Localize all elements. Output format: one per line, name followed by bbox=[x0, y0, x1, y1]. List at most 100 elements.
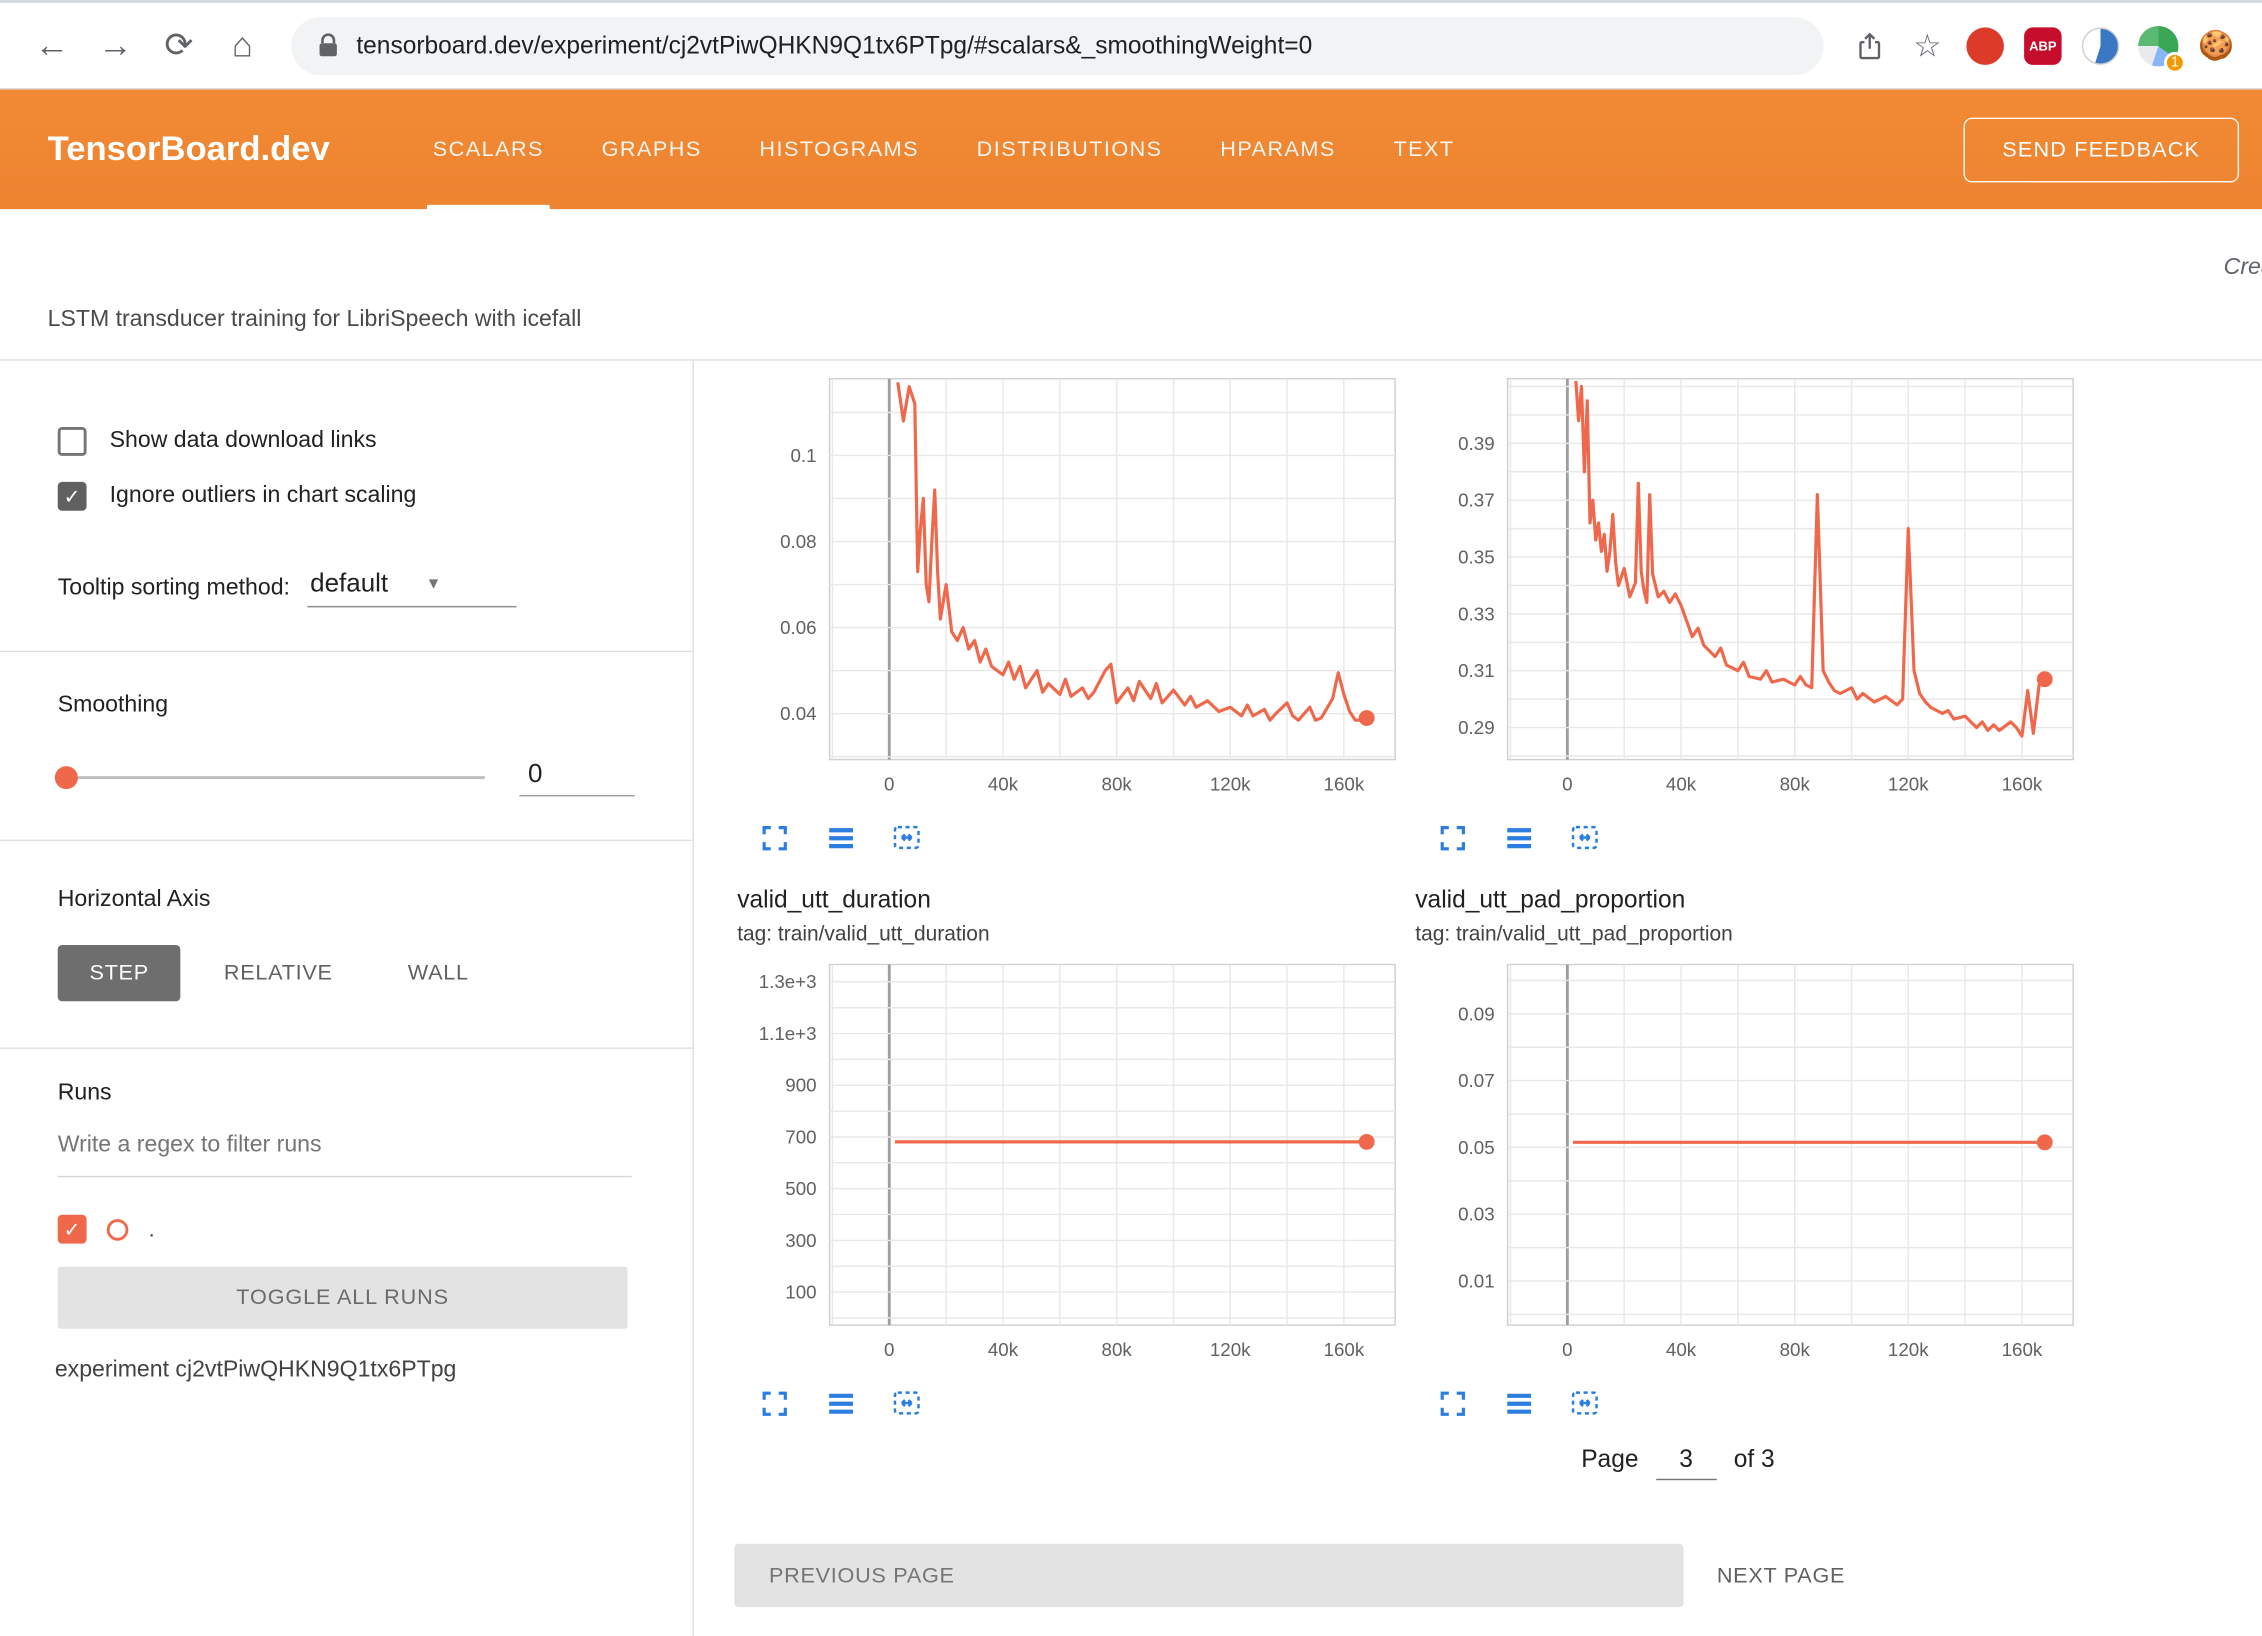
back-icon[interactable]: ← bbox=[23, 17, 81, 75]
svg-text:40k: 40k bbox=[1666, 1339, 1697, 1360]
chart-canvas[interactable]: 0.010.030.050.070.09040k80k120k160k bbox=[1415, 964, 2082, 1375]
send-feedback-button[interactable]: SEND FEEDBACK bbox=[1963, 117, 2239, 182]
reload-icon[interactable]: ⟳ bbox=[150, 17, 208, 75]
axis-relative-button[interactable]: RELATIVE bbox=[192, 945, 364, 1001]
svg-text:160k: 160k bbox=[2002, 774, 2043, 795]
ignore-outliers-row[interactable]: ✓ Ignore outliers in chart scaling bbox=[58, 482, 693, 511]
bookmark-star-icon[interactable]: ☆ bbox=[1906, 24, 1949, 67]
svg-text:700: 700 bbox=[785, 1126, 816, 1147]
svg-text:120k: 120k bbox=[1888, 1339, 1929, 1360]
run-checkbox[interactable]: ✓ bbox=[58, 1215, 87, 1244]
ignore-outliers-checkbox[interactable]: ✓ bbox=[58, 482, 87, 511]
experiment-id-label: experiment cj2vtPiwQHKN9Q1tx6PTpg bbox=[55, 1358, 693, 1384]
url-path: /experiment/cj2vtPiwQHKN9Q1tx6PTpg/#scal… bbox=[534, 31, 1313, 58]
smoothing-slider[interactable] bbox=[58, 776, 485, 779]
tab-text[interactable]: TEXT bbox=[1365, 89, 1484, 209]
nav-tabs: SCALARS GRAPHS HISTOGRAMS DISTRIBUTIONS … bbox=[404, 89, 1483, 209]
chart-canvas[interactable]: 0.290.310.330.350.370.39040k80k120k160k bbox=[1415, 378, 2082, 809]
adblock-extension-icon[interactable] bbox=[1964, 24, 2007, 67]
svg-text:80k: 80k bbox=[1780, 1339, 1811, 1360]
runs-filter-input[interactable] bbox=[58, 1133, 632, 1178]
profile-avatar[interactable]: 1 bbox=[2137, 24, 2180, 67]
toggle-all-runs-button[interactable]: TOGGLE ALL RUNS bbox=[58, 1267, 628, 1329]
tab-distributions[interactable]: DISTRIBUTIONS bbox=[948, 89, 1192, 209]
chevron-down-icon: ▼ bbox=[426, 575, 442, 592]
abp-extension-icon[interactable]: ABP bbox=[2021, 24, 2064, 67]
smoothing-value-input[interactable] bbox=[519, 759, 634, 797]
page-number-input[interactable] bbox=[1656, 1446, 1717, 1481]
chart-tag: tag: train/valid_tot_loss bbox=[1415, 361, 2082, 367]
svg-text:80k: 80k bbox=[1102, 1339, 1133, 1360]
horizontal-bars-icon[interactable] bbox=[824, 821, 857, 854]
svg-text:120k: 120k bbox=[1888, 774, 1929, 795]
fullscreen-icon[interactable] bbox=[757, 821, 790, 854]
tab-histograms[interactable]: HISTOGRAMS bbox=[731, 89, 948, 209]
horizontal-bars-icon[interactable] bbox=[1502, 821, 1535, 854]
svg-text:40k: 40k bbox=[988, 774, 1019, 795]
tab-scalars[interactable]: SCALARS bbox=[404, 89, 573, 209]
svg-text:0.08: 0.08 bbox=[780, 531, 817, 552]
svg-text:0.33: 0.33 bbox=[1458, 603, 1495, 624]
svg-text:160k: 160k bbox=[1324, 1339, 1365, 1360]
svg-text:160k: 160k bbox=[1324, 774, 1365, 795]
show-download-links-row[interactable]: Show data download links bbox=[58, 427, 693, 456]
next-page-button[interactable]: NEXT PAGE bbox=[1717, 1544, 1845, 1607]
svg-text:0.03: 0.03 bbox=[1458, 1204, 1495, 1225]
check-icon: ✓ bbox=[64, 486, 81, 506]
fullscreen-icon[interactable] bbox=[1435, 1386, 1468, 1419]
svg-text:0.04: 0.04 bbox=[780, 703, 817, 724]
home-icon[interactable]: ⌂ bbox=[214, 17, 272, 75]
axis-wall-button[interactable]: WALL bbox=[376, 945, 501, 1001]
tooltip-sorting-select[interactable]: default ▼ bbox=[307, 568, 516, 607]
blue-extension-icon[interactable] bbox=[2079, 24, 2122, 67]
tooltip-sorting-value: default bbox=[310, 568, 388, 598]
share-icon[interactable] bbox=[1848, 24, 1891, 67]
svg-text:120k: 120k bbox=[1210, 774, 1251, 795]
lock-icon bbox=[317, 32, 339, 58]
show-download-links-checkbox[interactable] bbox=[58, 427, 87, 456]
svg-text:0.31: 0.31 bbox=[1458, 660, 1495, 681]
horizontal-bars-icon[interactable] bbox=[824, 1386, 857, 1419]
chart-toolbar bbox=[1435, 1386, 2081, 1419]
axis-step-button[interactable]: STEP bbox=[58, 945, 181, 1001]
chart-tag: tag: train/valid_simple_loss bbox=[737, 361, 1404, 367]
fit-domain-icon[interactable] bbox=[1568, 1386, 1601, 1419]
svg-text:40k: 40k bbox=[1666, 774, 1697, 795]
forward-icon[interactable]: → bbox=[87, 17, 145, 75]
svg-text:0: 0 bbox=[884, 774, 894, 795]
svg-text:160k: 160k bbox=[2002, 1339, 2043, 1360]
svg-text:100: 100 bbox=[785, 1282, 816, 1303]
charts-panel: valid_simple_loss tag: train/valid_simpl… bbox=[694, 361, 2262, 1636]
cookie-extension-icon[interactable]: 🍪 bbox=[2194, 24, 2237, 67]
smoothing-label: Smoothing bbox=[58, 692, 693, 718]
run-name: . bbox=[149, 1217, 155, 1242]
fullscreen-icon[interactable] bbox=[757, 1386, 790, 1419]
fullscreen-icon[interactable] bbox=[1435, 821, 1468, 854]
experiment-description: LSTM transducer training for LibriSpeech… bbox=[48, 307, 582, 333]
experiment-meta: Crea LSTM transducer training for LibriS… bbox=[0, 209, 2262, 360]
chart-canvas[interactable]: 0.040.060.080.1040k80k120k160k bbox=[737, 378, 1404, 809]
address-bar[interactable]: tensorboard.dev/experiment/cj2vtPiwQHKN9… bbox=[291, 17, 1823, 75]
browser-toolbar: ← → ⟳ ⌂ tensorboard.dev/experiment/cj2vt… bbox=[0, 0, 2262, 89]
divider bbox=[0, 840, 692, 841]
chart-canvas[interactable]: 1003005007009001.1e+31.3e+3040k80k120k16… bbox=[737, 964, 1404, 1375]
check-icon: ✓ bbox=[64, 1219, 81, 1239]
fit-domain-icon[interactable] bbox=[890, 1386, 923, 1419]
tab-hparams[interactable]: HPARAMS bbox=[1191, 89, 1364, 209]
tab-graphs[interactable]: GRAPHS bbox=[573, 89, 731, 209]
run-row[interactable]: ✓ . bbox=[58, 1215, 693, 1244]
chart-title: valid_utt_duration bbox=[737, 883, 1404, 918]
svg-text:0.09: 0.09 bbox=[1458, 1003, 1495, 1024]
previous-page-button[interactable]: PREVIOUS PAGE bbox=[734, 1544, 1683, 1607]
fit-domain-icon[interactable] bbox=[1568, 821, 1601, 854]
avatar-badge: 1 bbox=[2164, 51, 2186, 73]
svg-text:0.05: 0.05 bbox=[1458, 1137, 1495, 1158]
page-of-label: of 3 bbox=[1734, 1446, 1775, 1475]
fit-domain-icon[interactable] bbox=[890, 821, 923, 854]
svg-text:0.06: 0.06 bbox=[780, 617, 817, 638]
chart-toolbar bbox=[757, 821, 1403, 854]
smoothing-slider-thumb[interactable] bbox=[55, 766, 78, 789]
brand-title: TensorBoard.dev bbox=[48, 129, 404, 169]
url-text[interactable]: tensorboard.dev/experiment/cj2vtPiwQHKN9… bbox=[356, 31, 1312, 60]
horizontal-bars-icon[interactable] bbox=[1502, 1386, 1535, 1419]
